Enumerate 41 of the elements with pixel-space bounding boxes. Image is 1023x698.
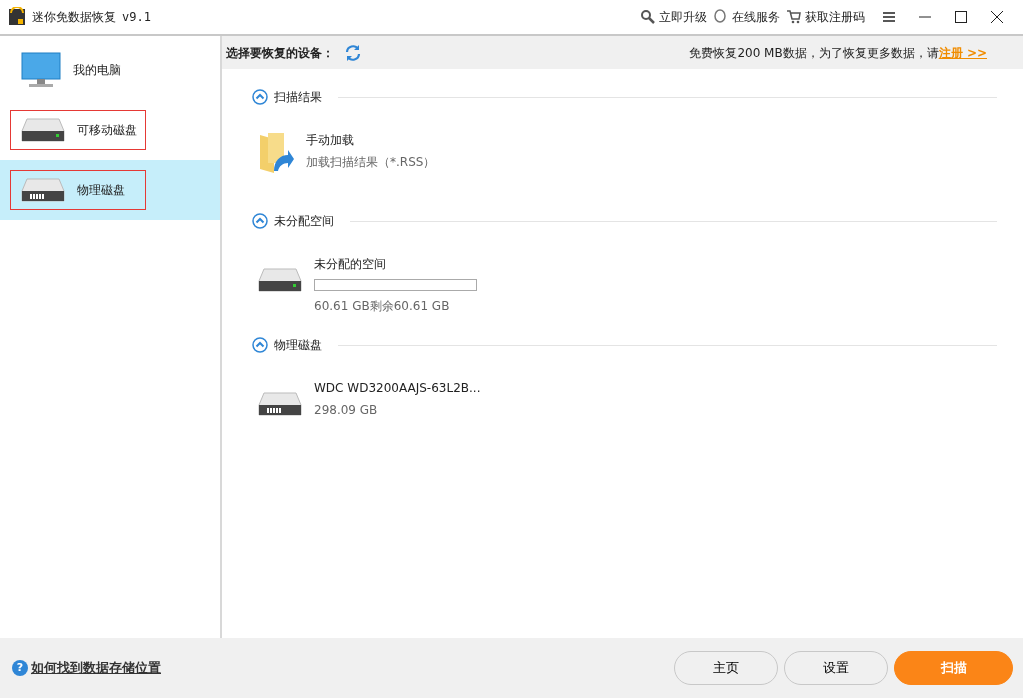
menu-icon[interactable]	[881, 9, 897, 25]
window-title: 迷你免数据恢复	[32, 9, 116, 26]
monitor-icon	[21, 52, 61, 88]
item-detail: 298.09 GB	[314, 402, 379, 419]
sidebar-item-label[interactable]: 我的电脑	[73, 61, 121, 79]
close-icon[interactable]	[989, 9, 1005, 25]
section-title: 扫描结果	[274, 89, 322, 106]
item-name[interactable]: 手动加载	[306, 131, 436, 149]
maximize-icon[interactable]	[953, 9, 969, 25]
version-label: v9.1	[122, 9, 151, 26]
sidebar-item[interactable]: 物理磁盘	[0, 160, 220, 220]
item-detail: 加载扫描结果（*.RSS）	[306, 154, 436, 171]
help-link[interactable]: 如何找到数据存储位置	[31, 658, 161, 678]
nav-button[interactable]: 设置	[784, 651, 888, 685]
drive-icon	[21, 117, 65, 143]
collapse-icon[interactable]	[252, 337, 268, 353]
folder-shortcut-icon	[258, 131, 294, 175]
section-title: 物理磁盘	[274, 337, 322, 354]
item-name[interactable]: 未分配的空间	[314, 255, 477, 273]
help-icon: ?	[12, 660, 28, 676]
drive-icon	[21, 177, 65, 203]
drive-icon	[258, 267, 302, 293]
notice-text: 免费恢复200 MB数据，为了恢复更多数据，请	[689, 44, 939, 62]
chat-bubble-icon	[713, 9, 729, 25]
collapse-icon[interactable]	[252, 89, 268, 105]
app-logo-icon	[8, 7, 26, 27]
collapse-icon[interactable]	[252, 213, 268, 229]
sidebar-item-label[interactable]: 物理磁盘	[77, 181, 125, 199]
refresh-icon[interactable]	[344, 43, 362, 62]
nav-button[interactable]: 主页	[674, 651, 778, 685]
cart-icon	[786, 9, 802, 25]
toolbar-link[interactable]: 在线服务	[732, 8, 780, 26]
toolbar-link[interactable]: 立即升级	[659, 8, 707, 26]
sidebar-item-label[interactable]: 可移动磁盘	[77, 121, 137, 139]
item-detail: 60.61 GB剩余60.61 GB	[314, 298, 451, 315]
section-title: 未分配空间	[274, 213, 334, 230]
item-name[interactable]: WDC WD3200AAJS-63L2B...	[314, 379, 481, 397]
toolbar-link[interactable]: 获取注册码	[805, 8, 865, 26]
device-prompt: 选择要恢复的设备：	[226, 44, 334, 62]
drive-icon	[258, 391, 302, 417]
search-icon	[640, 9, 656, 25]
